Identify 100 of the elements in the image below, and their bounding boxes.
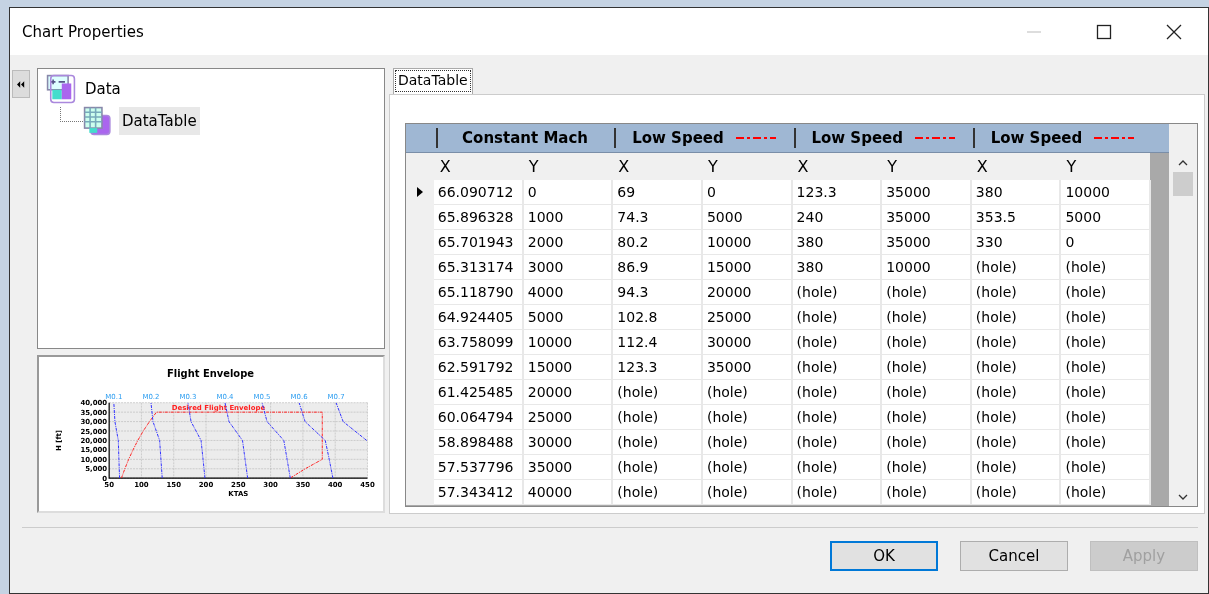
table-cell: (hole)	[791, 429, 882, 455]
column-header[interactable]: Y	[881, 152, 971, 180]
table-cell: (hole)	[612, 404, 702, 430]
ok-button[interactable]: OK	[830, 541, 938, 571]
column-header[interactable]: Y	[701, 152, 792, 180]
table-cell: 57.537796	[433, 454, 523, 480]
table-cell: 123.3	[612, 354, 702, 380]
table-cell: 20000	[701, 279, 792, 305]
table-cell: (hole)	[701, 404, 792, 430]
table-cell: 10000	[522, 329, 613, 355]
table-cell: (hole)	[1060, 379, 1151, 405]
table-cell: 65.118790	[433, 279, 523, 305]
table-cell: 86.9	[612, 254, 702, 280]
table-cell: 65.896328	[433, 204, 523, 230]
table-cell: 0	[522, 180, 613, 205]
close-icon[interactable]	[1166, 23, 1182, 40]
table-cell: 69	[612, 180, 702, 205]
data-icon	[46, 74, 76, 104]
table-cell: (hole)	[1060, 279, 1151, 305]
table-cell: 40000	[522, 479, 613, 505]
table-cell: 65.313174	[433, 254, 523, 280]
table-cell: 25000	[701, 304, 792, 330]
table-cell: 353.5	[970, 204, 1061, 230]
table-cell: (hole)	[881, 279, 971, 305]
group-header: Low Speed	[791, 124, 971, 153]
table-cell: (hole)	[791, 454, 882, 480]
column-header[interactable]: X	[612, 152, 702, 180]
table-icon	[83, 106, 113, 136]
table-cell: 64.924405	[433, 304, 523, 330]
table-cell: (hole)	[1060, 454, 1151, 480]
vertical-scrollbar[interactable]	[1169, 124, 1197, 506]
table-cell: (hole)	[970, 329, 1061, 355]
table-cell: 94.3	[612, 279, 702, 305]
column-header[interactable]: X	[970, 152, 1061, 180]
double-arrow-icon	[17, 80, 25, 88]
scroll-up-icon[interactable]	[1178, 160, 1188, 166]
scroll-thumb[interactable]	[1173, 172, 1193, 196]
table-cell: (hole)	[612, 479, 702, 505]
table-cell: (hole)	[701, 454, 792, 480]
table-cell: (hole)	[1060, 354, 1151, 380]
table-cell: 112.4	[612, 329, 702, 355]
table-cell: (hole)	[701, 479, 792, 505]
table-cell: 62.591792	[433, 354, 523, 380]
tree-item[interactable]: Data	[82, 75, 124, 103]
tree-item[interactable]: DataTable	[119, 107, 200, 135]
table-cell: (hole)	[881, 404, 971, 430]
table-cell: 15000	[701, 254, 792, 280]
column-header[interactable]: Y	[522, 152, 613, 180]
table-cell: (hole)	[1060, 404, 1151, 430]
dialog-button[interactable]: Cancel	[960, 541, 1068, 571]
collapse-button[interactable]	[12, 70, 30, 98]
table-cell: 35000	[881, 204, 971, 230]
table-cell: 66.090712	[433, 180, 523, 205]
table-cell: (hole)	[881, 479, 971, 505]
table-cell: 240	[791, 204, 882, 230]
table-cell: (hole)	[701, 379, 792, 405]
table-cell: 1000	[522, 204, 613, 230]
column-header[interactable]: Y	[1060, 152, 1151, 180]
column-header[interactable]: X	[433, 152, 523, 180]
column-header[interactable]: X	[791, 152, 882, 180]
tab[interactable]: DataTable	[393, 68, 473, 94]
table-cell: 123.3	[791, 180, 882, 205]
table-cell: (hole)	[881, 304, 971, 330]
table-cell: 25000	[522, 404, 613, 430]
table-cell: 74.3	[612, 204, 702, 230]
table-cell: (hole)	[1060, 329, 1151, 355]
table-cell: 0	[701, 180, 792, 205]
table-cell: (hole)	[701, 429, 792, 455]
table-cell: 380	[791, 229, 882, 255]
table-cell: (hole)	[970, 429, 1061, 455]
table-cell: (hole)	[881, 454, 971, 480]
table-cell: (hole)	[612, 379, 702, 405]
table-cell: 65.701943	[433, 229, 523, 255]
table-cell: (hole)	[1060, 304, 1151, 330]
table-cell: (hole)	[791, 329, 882, 355]
table-cell: (hole)	[970, 254, 1061, 280]
row-pointer-icon	[416, 187, 423, 198]
table-cell: 10000	[881, 254, 971, 280]
table-cell: 20000	[522, 379, 613, 405]
table-cell: 80.2	[612, 229, 702, 255]
scroll-down-icon[interactable]	[1178, 494, 1188, 500]
table-cell: 30000	[522, 429, 613, 455]
table-cell: (hole)	[612, 429, 702, 455]
group-header: Low Speed	[970, 124, 1151, 153]
table-cell: 5000	[1060, 204, 1151, 230]
table-cell: 5000	[701, 204, 792, 230]
table-cell: 57.343412	[433, 479, 523, 505]
table-cell: 380	[791, 254, 882, 280]
table-cell: 2000	[522, 229, 613, 255]
table-cell: 30000	[701, 329, 792, 355]
table-cell: (hole)	[970, 479, 1061, 505]
chart-title: Flight Envelope	[167, 367, 254, 379]
table-cell: (hole)	[881, 429, 971, 455]
table-cell: (hole)	[612, 454, 702, 480]
table-cell: (hole)	[881, 354, 971, 380]
table-cell: 102.8	[612, 304, 702, 330]
table-cell: (hole)	[791, 404, 882, 430]
table-cell: 3000	[522, 254, 613, 280]
maximize-icon[interactable]	[1096, 23, 1112, 40]
table-cell: (hole)	[1060, 254, 1151, 280]
